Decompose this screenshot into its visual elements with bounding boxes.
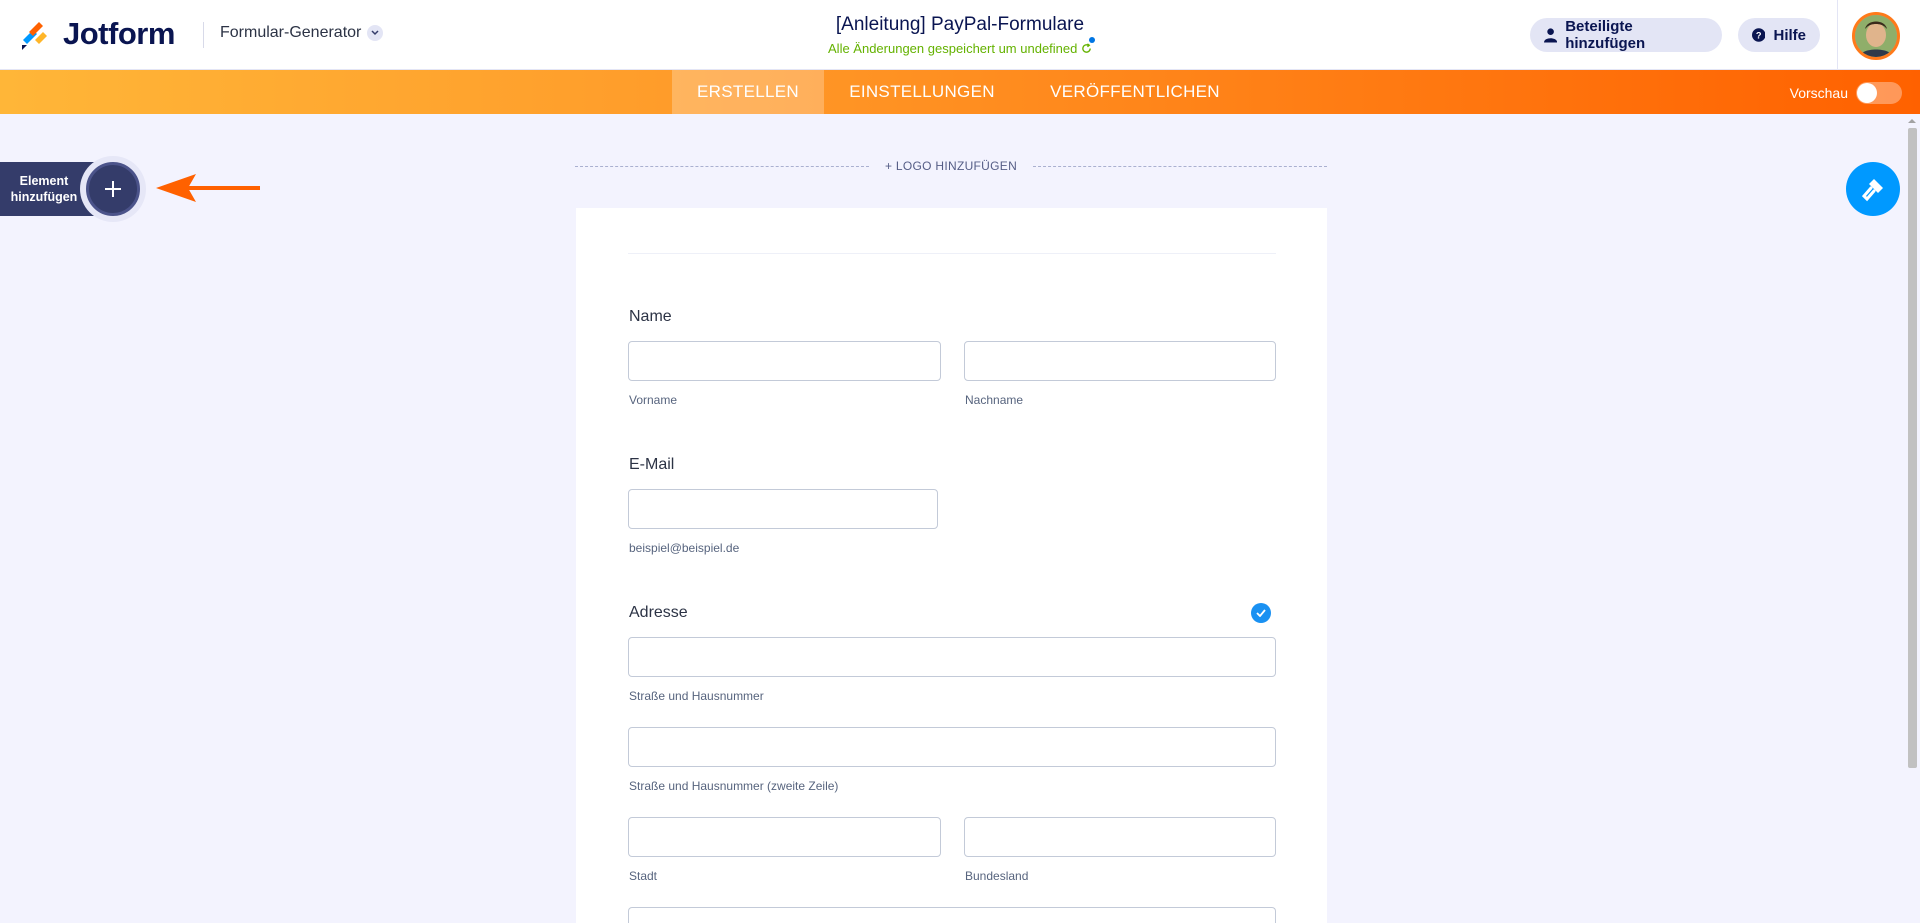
state-sublabel: Bundesland	[965, 869, 1029, 883]
name-label[interactable]: Name	[629, 308, 672, 326]
street2-input[interactable]	[628, 727, 1276, 767]
add-element-button[interactable]: Element hinzufügen	[0, 162, 140, 216]
help-label: Hilfe	[1773, 26, 1806, 44]
user-icon	[1544, 28, 1558, 43]
last-name-sublabel: Nachname	[965, 393, 1024, 407]
scroll-up-icon[interactable]	[1904, 116, 1920, 126]
tab-publish[interactable]: VERÖFFENTLICHEN	[1030, 70, 1240, 114]
arrow-left-icon	[156, 174, 260, 202]
state-input[interactable]	[964, 817, 1276, 857]
first-name-input[interactable]	[628, 341, 941, 381]
form-header-line	[628, 253, 1276, 254]
address-label[interactable]: Adresse	[629, 604, 688, 622]
street-sublabel: Straße und Hausnummer	[629, 689, 764, 703]
builder-navbar: ERSTELLEN EINSTELLUNGEN VERÖFFENTLICHEN …	[0, 70, 1920, 114]
paint-roller-icon	[1861, 179, 1883, 202]
add-element-label: Element hinzufügen	[0, 173, 88, 205]
email-hint: beispiel@beispiel.de	[629, 541, 740, 555]
add-collaborators-button[interactable]: Beteiligte hinzufügen	[1530, 18, 1722, 52]
svg-text:?: ?	[1756, 30, 1762, 40]
form-card: Name Vorname Nachname E-Mail beispiel@be…	[576, 208, 1327, 923]
last-name-input[interactable]	[964, 341, 1276, 381]
toggle-knob	[1857, 83, 1877, 103]
check-icon[interactable]	[1251, 603, 1271, 623]
add-logo-label: + LOGO HINZUFÜGEN	[884, 159, 1018, 173]
page-scrollbar[interactable]	[1904, 114, 1920, 923]
tab-create[interactable]: ERSTELLEN	[672, 70, 824, 114]
help-icon: ?	[1752, 28, 1766, 42]
add-collaborators-label: Beteiligte hinzufügen	[1565, 18, 1646, 52]
save-status-text: Alle Änderungen gespeichert um undefined	[828, 41, 1078, 56]
first-name-sublabel: Vorname	[629, 393, 678, 407]
preview-toggle[interactable]	[1856, 82, 1902, 104]
refresh-icon	[1082, 43, 1091, 53]
user-avatar[interactable]	[1852, 12, 1900, 60]
email-label[interactable]: E-Mail	[629, 456, 674, 474]
street2-sublabel: Straße und Hausnummer (zweite Zeile)	[629, 779, 839, 793]
city-sublabel: Stadt	[629, 869, 658, 883]
form-designer-button[interactable]	[1846, 162, 1900, 216]
preview-toggle-group: Vorschau	[1790, 82, 1902, 104]
tab-settings[interactable]: EINSTELLUNGEN	[832, 70, 1012, 114]
street-input[interactable]	[628, 637, 1276, 677]
avatar-image	[1855, 15, 1897, 57]
city-input[interactable]	[628, 817, 941, 857]
postal-code-input[interactable]	[628, 907, 1276, 923]
help-button[interactable]: ? Hilfe	[1738, 18, 1820, 52]
logo-dash-right	[1033, 165, 1327, 167]
header-divider-right	[1837, 0, 1838, 70]
add-element-line1: Element	[19, 174, 69, 188]
add-logo-area[interactable]: + LOGO HINZUFÜGEN	[575, 158, 1327, 174]
email-input[interactable]	[628, 489, 938, 529]
add-element-line2: hinzufügen	[10, 190, 78, 204]
logo-dash-left	[575, 165, 869, 167]
scroll-thumb[interactable]	[1908, 128, 1917, 768]
top-header: Jotform Formular-Generator [Anleitung] P…	[0, 0, 1920, 70]
preview-label: Vorschau	[1789, 85, 1848, 101]
plus-icon[interactable]	[86, 162, 140, 216]
